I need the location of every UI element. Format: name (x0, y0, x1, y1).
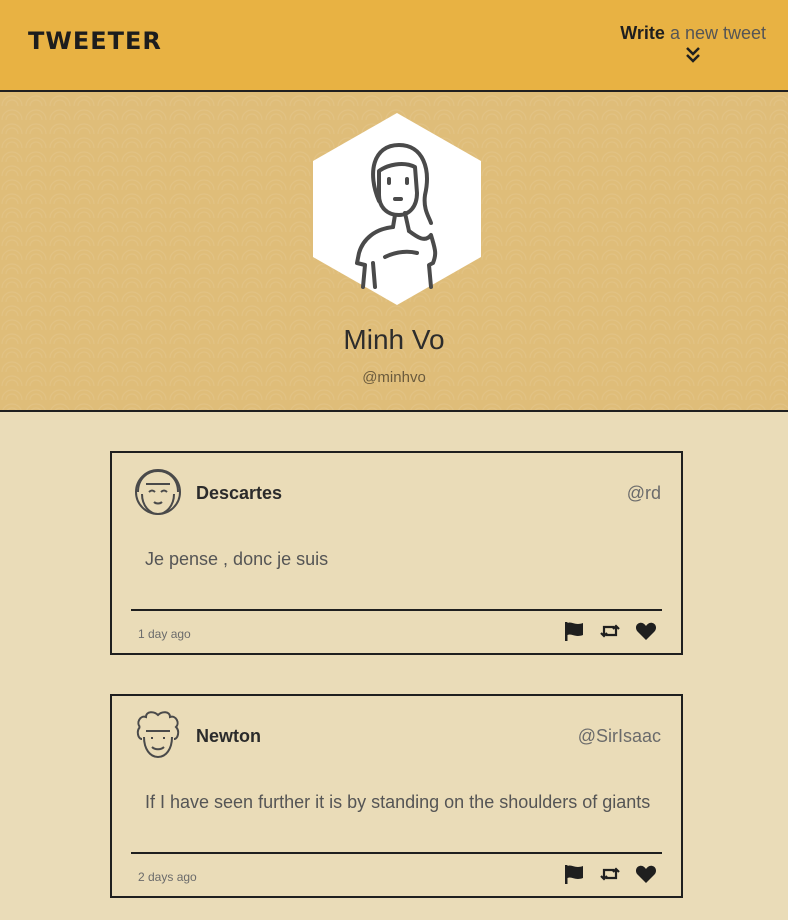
write-tweet-toggle[interactable]: Write a new tweet (620, 23, 766, 64)
profile-avatar (313, 113, 481, 305)
heart-icon[interactable] (635, 864, 657, 884)
tweet-actions (563, 621, 657, 641)
double-chevron-down-icon (686, 47, 701, 63)
compose-label-rest: a new tweet (664, 23, 766, 43)
heart-icon[interactable] (635, 621, 657, 641)
tweet-timestamp: 1 day ago (138, 627, 191, 641)
compose-label-bold: Write (620, 23, 665, 43)
top-nav: TWEETER Write a new tweet (0, 0, 788, 92)
flag-icon[interactable] (563, 864, 585, 884)
brand-logo[interactable]: TWEETER (28, 27, 162, 55)
flag-icon[interactable] (563, 621, 585, 641)
profile-handle: @minhvo (362, 369, 426, 386)
tweet-text: Je pense , donc je suis (145, 549, 329, 569)
tweet-divider (131, 852, 662, 854)
tweet-author-name: Descartes (196, 483, 283, 503)
tweet-timestamp: 2 days ago (138, 870, 197, 884)
profile-name: Minh Vo (343, 324, 445, 355)
profile-header: Minh Vo @minhvo (0, 92, 788, 412)
tweet-card: Newton @SirIsaac If I have seen further … (110, 694, 683, 898)
tweet-avatar-newton (136, 711, 180, 759)
tweet-avatar-descartes (135, 469, 181, 516)
retweet-icon[interactable] (599, 864, 621, 884)
tweet-card: Descartes @rd Je pense , donc je suis 1 … (110, 451, 683, 655)
retweet-icon[interactable] (599, 621, 621, 641)
tweet-author-name: Newton (196, 726, 261, 746)
tweet-divider (131, 609, 662, 611)
tweet-author-handle: @SirIsaac (577, 726, 661, 746)
tweet-actions (563, 864, 657, 884)
tweet-text: If I have seen further it is by standing… (145, 792, 651, 812)
tweet-author-handle: @rd (626, 483, 661, 503)
